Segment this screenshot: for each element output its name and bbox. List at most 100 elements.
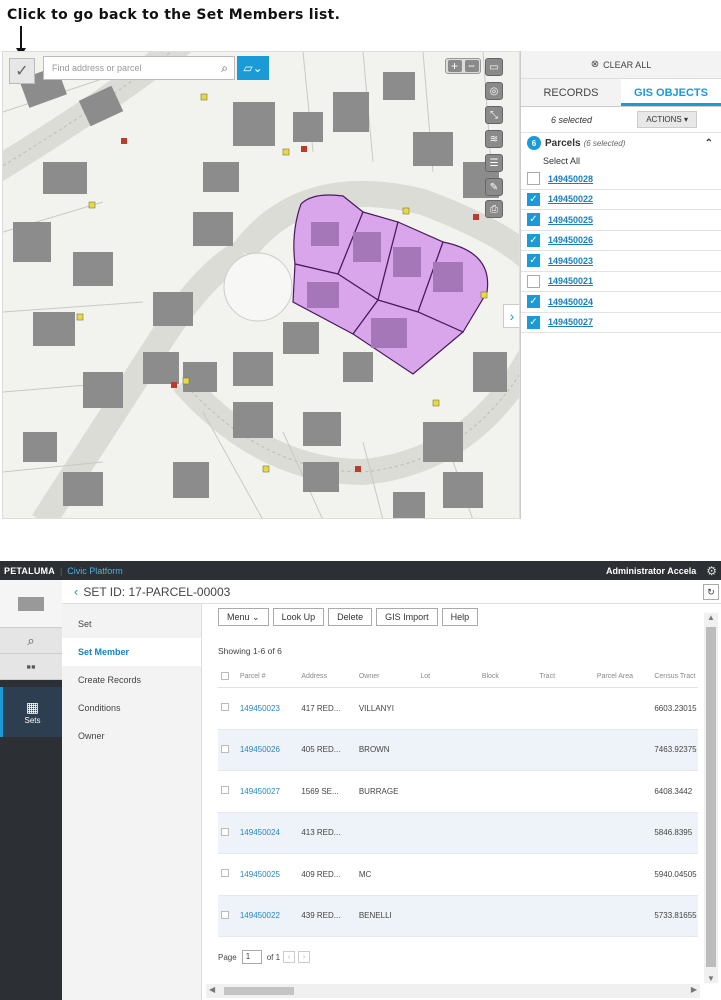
col-block[interactable]: Block xyxy=(482,673,540,680)
col-address[interactable]: Address xyxy=(301,673,359,680)
col-tract[interactable]: Tract xyxy=(539,673,597,680)
scroll-down-icon[interactable]: ▼ xyxy=(707,974,715,983)
nav-search-button[interactable]: ⌕ xyxy=(0,628,62,654)
draw-icon[interactable]: ✎ xyxy=(485,178,503,196)
parcel-link[interactable]: 149450022 xyxy=(548,194,593,204)
col-census-tract[interactable]: Census Tract xyxy=(654,673,698,680)
layers-icon[interactable]: ≋ xyxy=(485,130,503,148)
row-checkbox[interactable] xyxy=(218,910,240,921)
delete-button[interactable]: Delete xyxy=(328,608,373,626)
parcel-list-item[interactable]: ✓ 149450026 xyxy=(521,231,721,251)
zoom-out-icon[interactable]: − xyxy=(464,60,479,72)
clear-all-button[interactable]: ⊗ CLEAR ALL xyxy=(521,51,721,79)
side-item-conditions[interactable]: Conditions xyxy=(62,694,201,722)
table-row[interactable]: 149450027 1569 SE... BURRAGE 6408.3442 xyxy=(218,771,698,813)
table-row[interactable]: 149450024 413 RED... 5846.8395 xyxy=(218,812,698,854)
chevron-left-icon[interactable]: ‹ xyxy=(74,584,78,599)
parcel-list-item[interactable]: 149450028 xyxy=(521,169,721,190)
prev-page-icon[interactable]: ‹ xyxy=(283,951,296,963)
parcel-number-link[interactable]: 149450022 xyxy=(240,911,280,920)
checkbox[interactable] xyxy=(221,744,229,753)
tab-records[interactable]: RECORDS xyxy=(521,79,621,106)
parcel-number-link[interactable]: 149450025 xyxy=(240,870,280,879)
parcel-number-link[interactable]: 149450023 xyxy=(240,704,280,713)
parcel-list-item[interactable]: ✓ 149450022 xyxy=(521,190,721,210)
parcel-list-item[interactable]: 149450021 xyxy=(521,272,721,292)
parcel-checkbox[interactable] xyxy=(527,172,540,186)
locate-icon[interactable]: ◎ xyxy=(485,82,503,100)
parcel-checkbox[interactable]: ✓ xyxy=(527,315,540,329)
checkbox[interactable] xyxy=(221,671,229,680)
fullscreen-icon[interactable]: ▭ xyxy=(485,58,503,76)
parcel-list-item[interactable]: ✓ 149450027 xyxy=(521,313,721,333)
col-owner[interactable]: Owner xyxy=(359,673,420,680)
nav-grid-button[interactable]: ▪▪ xyxy=(0,654,62,680)
parcel-checkbox[interactable]: ✓ xyxy=(527,295,540,309)
parcel-checkbox[interactable] xyxy=(527,274,540,288)
col-parcel[interactable]: Parcel # xyxy=(240,673,301,680)
row-checkbox[interactable] xyxy=(218,703,240,713)
checkbox[interactable] xyxy=(221,910,229,919)
side-item-owner[interactable]: Owner xyxy=(62,722,201,750)
parcel-number-link[interactable]: 149450024 xyxy=(240,828,280,837)
row-checkbox[interactable] xyxy=(218,869,240,879)
side-item-set-member[interactable]: Set Member xyxy=(62,638,201,666)
parcel-number-link[interactable]: 149450027 xyxy=(240,787,280,796)
measure-icon[interactable]: ⤡ xyxy=(485,106,503,124)
parcel-checkbox[interactable]: ✓ xyxy=(527,254,540,268)
help-button[interactable]: Help xyxy=(441,608,479,626)
lookup-button[interactable]: Look Up xyxy=(272,608,325,626)
scroll-right-icon[interactable]: ▶ xyxy=(691,985,697,994)
parcel-link[interactable]: 149450028 xyxy=(548,174,593,184)
user-name[interactable]: Administrator Accela xyxy=(606,566,696,576)
nav-home-button[interactable] xyxy=(0,580,62,628)
actions-button[interactable]: ACTIONS ▾ xyxy=(637,111,697,128)
gear-icon[interactable]: ⚙ xyxy=(706,564,717,578)
checkbox[interactable] xyxy=(221,869,229,878)
parcel-link[interactable]: 149450021 xyxy=(548,276,593,286)
map-search-input[interactable]: Find address or parcel ⌕ xyxy=(43,56,235,80)
side-item-set[interactable]: Set xyxy=(62,610,201,638)
select-all-option[interactable]: Select All xyxy=(521,153,721,169)
page-input[interactable]: 1 xyxy=(241,950,262,964)
print-icon[interactable]: ⎙ xyxy=(485,200,503,218)
next-page-icon[interactable]: › xyxy=(298,951,311,963)
parcel-link[interactable]: 149450025 xyxy=(548,215,593,225)
parcel-number-link[interactable]: 149450026 xyxy=(240,745,280,754)
col-lot[interactable]: Lot xyxy=(420,673,481,680)
parcel-checkbox[interactable]: ✓ xyxy=(527,213,540,227)
horizontal-scroll-thumb[interactable] xyxy=(224,987,294,995)
nav-sets-button[interactable]: ▦ Sets xyxy=(0,687,62,737)
legend-icon[interactable]: ☰ xyxy=(485,154,503,172)
table-row[interactable]: 149450022 439 RED... BENELLI 5733.81655 xyxy=(218,895,698,937)
parcel-list-item[interactable]: ✓ 149450023 xyxy=(521,251,721,272)
zoom-control[interactable]: + − xyxy=(445,58,481,74)
parcel-link[interactable]: 149450024 xyxy=(548,297,593,307)
table-row[interactable]: 149450026 405 RED... BROWN 7463.92375 xyxy=(218,729,698,771)
checkbox[interactable] xyxy=(221,703,229,712)
horizontal-scrollbar[interactable]: ◀ ▶ xyxy=(206,984,700,998)
row-checkbox[interactable] xyxy=(218,827,240,838)
panel-expand-button[interactable]: › xyxy=(503,304,519,328)
parcel-link[interactable]: 149450027 xyxy=(548,317,593,327)
parcel-checkbox[interactable]: ✓ xyxy=(527,233,540,247)
parcel-checkbox[interactable]: ✓ xyxy=(527,192,540,206)
row-checkbox[interactable] xyxy=(218,786,240,796)
menu-button[interactable]: Menu ⌄ xyxy=(218,608,269,626)
gis-import-button[interactable]: GIS Import xyxy=(376,608,438,626)
map-select-tool-button[interactable]: ▱⌄ xyxy=(237,56,269,80)
scroll-left-icon[interactable]: ◀ xyxy=(209,985,215,994)
tab-gis-objects[interactable]: GIS OBJECTS xyxy=(621,79,721,106)
header-select-all[interactable] xyxy=(218,671,240,682)
vertical-scrollbar[interactable]: ▲ ▼ xyxy=(704,613,718,983)
vertical-scroll-thumb[interactable] xyxy=(706,627,716,967)
table-row[interactable]: 149450025 409 RED... MC 5940.04505 xyxy=(218,854,698,896)
parcel-link[interactable]: 149450023 xyxy=(548,256,593,266)
back-to-set-members-button[interactable]: ✓ xyxy=(9,58,35,84)
row-checkbox[interactable] xyxy=(218,744,240,755)
parcel-link[interactable]: 149450026 xyxy=(548,235,593,245)
table-row[interactable]: 149450023 417 RED... VILLANYI 6603.23015 xyxy=(218,688,698,730)
refresh-button[interactable]: ↻ xyxy=(703,584,719,600)
map-view[interactable]: ✓ Find address or parcel ⌕ ▱⌄ + − ▭ ◎ ⤡ … xyxy=(2,51,520,519)
checkbox[interactable] xyxy=(221,827,229,836)
